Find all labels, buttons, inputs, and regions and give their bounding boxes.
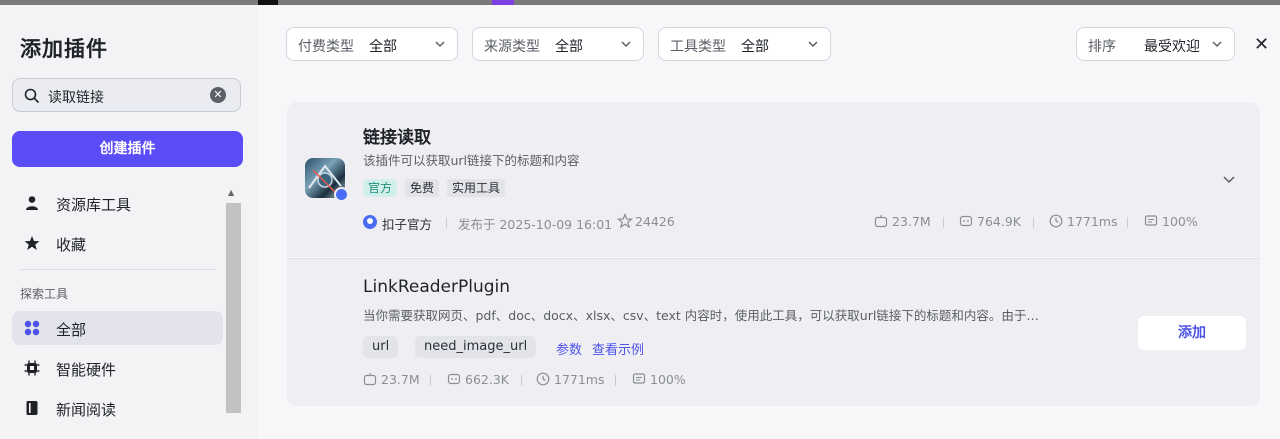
bot-icon [363,373,377,386]
user-icon [26,196,38,210]
separator [1033,217,1034,228]
bot-count: 23.7M [381,372,420,387]
chevron-down-icon [1212,41,1222,48]
sidebar-item-hardware[interactable]: 智能硬件 [12,351,223,385]
param-tag: need_image_url [415,336,537,358]
filter-value: 全部 [555,39,583,55]
sidebar-item-label: 全部 [56,321,87,339]
clear-icon[interactable]: ✕ [210,87,226,103]
add-tool-button[interactable]: 添加 [1138,316,1246,350]
tag-free: 免费 [405,179,440,197]
sidebar-item-label: 收藏 [56,236,87,254]
filter-value: 全部 [369,39,397,55]
call-count: 764.9K [977,214,1021,229]
bot-count: 23.7M [892,214,931,229]
chevron-down-icon [808,41,818,48]
tool-title: LinkReaderPlugin [363,277,511,297]
success-rate-icon [1144,215,1158,226]
success-rate-icon [632,373,646,384]
param-tag: url [363,336,399,358]
separator [1127,217,1128,228]
grid-icon [24,320,40,336]
sidebar-item-label: 智能硬件 [56,361,117,379]
main-panel: 付费类型 全部 来源类型 全部 工具类型 全部 排序 最受欢迎 ✕ 链接读取 该… [258,5,1280,439]
create-plugin-button[interactable]: 创建插件 [12,131,243,167]
publish-date: 发布于 2025-10-09 16:01 [458,217,613,232]
bot-icon [874,215,888,228]
tag-official: 官方 [363,179,398,197]
tool-description: 当你需要获取网页、pdf、doc、docx、xlsx、csv、text 内容时，… [363,308,1039,323]
sidebar-item-library[interactable]: 资源库工具 [12,186,223,220]
success-rate: 100% [650,372,686,387]
call-count: 662.3K [465,372,509,387]
params-link[interactable]: 参数 [556,339,582,358]
sort-select[interactable]: 排序 最受欢迎 [1076,27,1235,61]
latency: 1771ms [554,372,605,387]
calls-icon [959,215,973,227]
author-avatar-icon [363,215,377,229]
page-title: 添加插件 [20,37,108,61]
chevron-down-icon [435,41,445,48]
tag-utility: 实用工具 [447,179,506,197]
search-value[interactable]: 读取链接 [48,87,104,107]
section-label: 探索工具 [20,287,69,301]
sidebar: 添加插件 读取链接 ✕ 创建插件 ▲ 资源库工具 收藏 探索工具 全部 智能硬件… [0,5,258,439]
separator [521,375,522,386]
filter-payment-type[interactable]: 付费类型 全部 [286,27,458,61]
filter-source-type[interactable]: 来源类型 全部 [472,27,644,61]
author-name[interactable]: 扣子官方 [382,214,432,233]
chip-icon [24,360,40,376]
official-badge-icon [334,187,349,202]
filter-label: 付费类型 [298,39,354,55]
latency: 1771ms [1067,214,1118,229]
plugin-title: 链接读取 [363,128,431,148]
star-icon [24,236,40,250]
star-count: 24426 [635,214,675,229]
sidebar-item-news[interactable]: 新闻阅读 [12,391,223,425]
view-example-link[interactable]: 查看示例 [592,339,644,358]
sidebar-item-all[interactable]: 全部 [12,311,223,345]
sort-label: 排序 [1088,39,1116,55]
filter-value: 全部 [741,39,769,55]
success-rate: 100% [1162,214,1198,229]
close-icon[interactable]: ✕ [1254,34,1269,55]
sidebar-item-favorites[interactable]: 收藏 [12,226,223,260]
plugin-description: 该插件可以获取url链接下的标题和内容 [363,153,580,168]
scrollbar-thumb[interactable] [226,203,241,413]
filter-tool-type[interactable]: 工具类型 全部 [658,27,831,61]
sort-value: 最受欢迎 [1144,39,1200,55]
separator [446,217,447,228]
separator [943,217,944,228]
separator [615,375,616,386]
clock-icon [1049,214,1063,228]
clock-icon [536,372,550,386]
divider [20,269,216,270]
plugin-card[interactable]: 链接读取 该插件可以获取url链接下的标题和内容 官方 免费 实用工具 扣子官方… [287,102,1260,257]
search-input[interactable]: 读取链接 ✕ [12,78,241,112]
filter-label: 工具类型 [670,39,726,55]
calls-icon [447,373,461,385]
sidebar-item-label: 新闻阅读 [56,401,117,419]
filter-label: 来源类型 [484,39,540,55]
chevron-down-icon [621,41,631,48]
chevron-down-icon[interactable] [1222,172,1236,186]
book-icon [26,401,38,415]
sidebar-item-label: 资源库工具 [56,196,132,214]
separator [430,375,431,386]
star-outline-icon [617,213,633,229]
tool-card: LinkReaderPlugin 当你需要获取网页、pdf、doc、docx、x… [287,258,1260,406]
search-icon [24,88,40,104]
scrollbar-up-arrow[interactable]: ▲ [228,188,234,197]
